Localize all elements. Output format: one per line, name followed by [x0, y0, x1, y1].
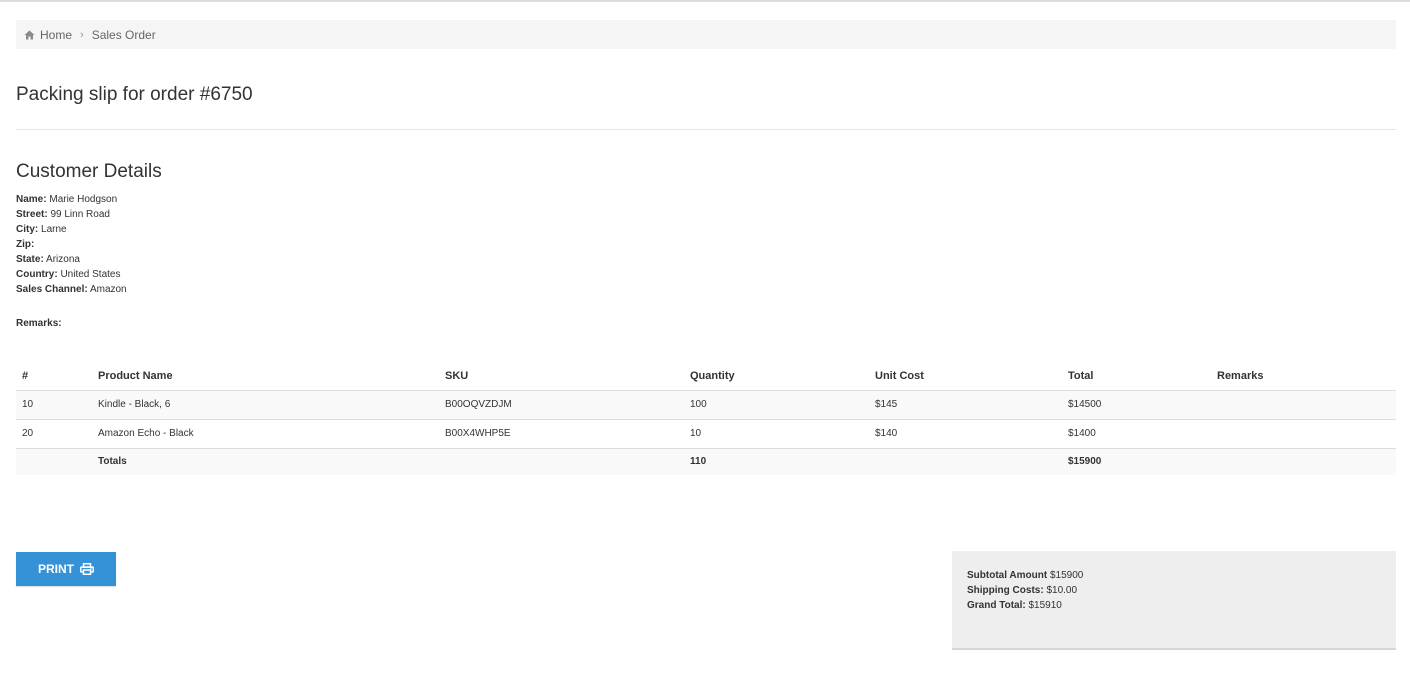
table-row: 20 Amazon Echo - Black B00X4WHP5E 10 $14…	[16, 419, 1396, 449]
cell-total: $1400	[1062, 419, 1211, 449]
channel-label: Sales Channel:	[16, 284, 88, 295]
cell-quantity: 10	[684, 419, 869, 449]
cell-quantity: 100	[684, 390, 869, 420]
top-border	[0, 0, 1410, 2]
street-label: Street:	[16, 209, 48, 220]
cell-number: 10	[16, 390, 92, 420]
customer-details-heading: Customer Details	[16, 161, 162, 182]
column-header-number: #	[16, 362, 92, 391]
subtotal-value: $15900	[1049, 570, 1084, 581]
grand-total-label: Grand Total:	[967, 600, 1026, 611]
customer-channel-row: Sales Channel: Amazon	[16, 282, 127, 297]
grand-total-value: $15910	[1028, 600, 1062, 611]
totals-row: Totals 110 $15900	[16, 448, 1396, 475]
customer-city: Larne	[41, 224, 67, 235]
print-button-label: PRINT	[38, 562, 74, 576]
cell-sku: B00OQVZDJM	[439, 390, 684, 420]
shipping-value: $10.00	[1046, 585, 1078, 596]
breadcrumb: Home › Sales Order	[16, 20, 1396, 49]
customer-name-row: Name: Marie Hodgson	[16, 192, 127, 207]
customer-name: Marie Hodgson	[49, 194, 118, 205]
print-button[interactable]: PRINT	[16, 552, 116, 586]
remarks-label: Remarks:	[16, 318, 62, 329]
remarks-row: Remarks:	[16, 318, 62, 329]
totals-total: $15900	[1062, 448, 1211, 475]
subtotal-row: Subtotal Amount $15900	[967, 568, 1381, 583]
customer-state: Arizona	[46, 254, 80, 265]
cell-empty	[869, 448, 1062, 475]
breadcrumb-home-link[interactable]: Home	[40, 28, 72, 42]
cell-empty	[1211, 448, 1396, 475]
column-header-product-name: Product Name	[92, 362, 439, 391]
cell-product-name: Amazon Echo - Black	[92, 419, 439, 449]
customer-street: 99 Linn Road	[50, 209, 110, 220]
shipping-row: Shipping Costs: $10.00	[967, 583, 1381, 598]
chevron-right-icon: ›	[80, 28, 84, 41]
column-header-quantity: Quantity	[684, 362, 869, 391]
cell-number: 20	[16, 419, 92, 449]
name-label: Name:	[16, 194, 47, 205]
customer-street-row: Street: 99 Linn Road	[16, 207, 127, 222]
table-header-row: # Product Name SKU Quantity Unit Cost To…	[16, 362, 1396, 391]
cell-remarks	[1211, 419, 1396, 449]
totals-label: Totals	[92, 448, 439, 475]
column-header-sku: SKU	[439, 362, 684, 391]
shipping-label: Shipping Costs:	[967, 585, 1044, 596]
breadcrumb-current: Sales Order	[91, 27, 156, 42]
cell-unit-cost: $140	[869, 419, 1062, 449]
zip-label: Zip:	[16, 239, 35, 250]
customer-country: United States	[60, 269, 121, 280]
cell-empty	[439, 448, 684, 475]
grand-total-row: Grand Total: $15910	[967, 598, 1381, 613]
cell-sku: B00X4WHP5E	[439, 419, 684, 449]
cell-remarks	[1211, 390, 1396, 420]
customer-city-row: City: Larne	[16, 222, 127, 237]
column-header-remarks: Remarks	[1211, 362, 1396, 391]
column-header-total: Total	[1062, 362, 1211, 391]
cell-total: $14500	[1062, 390, 1211, 420]
home-icon	[24, 30, 35, 40]
customer-zip-row: Zip:	[16, 237, 127, 252]
cell-unit-cost: $145	[869, 390, 1062, 420]
city-label: City:	[16, 224, 39, 235]
state-label: State:	[16, 254, 44, 265]
subtotal-label: Subtotal Amount	[967, 570, 1048, 581]
cell-product-name: Kindle - Black, 6	[92, 390, 439, 420]
customer-channel: Amazon	[89, 284, 127, 295]
order-summary-panel: Subtotal Amount $15900 Shipping Costs: $…	[952, 551, 1396, 650]
order-items-table: # Product Name SKU Quantity Unit Cost To…	[16, 362, 1396, 475]
country-label: Country:	[16, 269, 58, 280]
column-header-unit-cost: Unit Cost	[869, 362, 1062, 391]
customer-country-row: Country: United States	[16, 267, 127, 282]
printer-icon	[80, 563, 94, 575]
cell-empty	[16, 448, 92, 475]
customer-details: Name: Marie Hodgson Street: 99 Linn Road…	[16, 192, 127, 297]
table-row: 10 Kindle - Black, 6 B00OQVZDJM 100 $145…	[16, 390, 1396, 420]
totals-quantity: 110	[684, 448, 869, 475]
divider	[16, 129, 1396, 130]
page-title: Packing slip for order #6750	[16, 84, 253, 105]
customer-state-row: State: Arizona	[16, 252, 127, 267]
